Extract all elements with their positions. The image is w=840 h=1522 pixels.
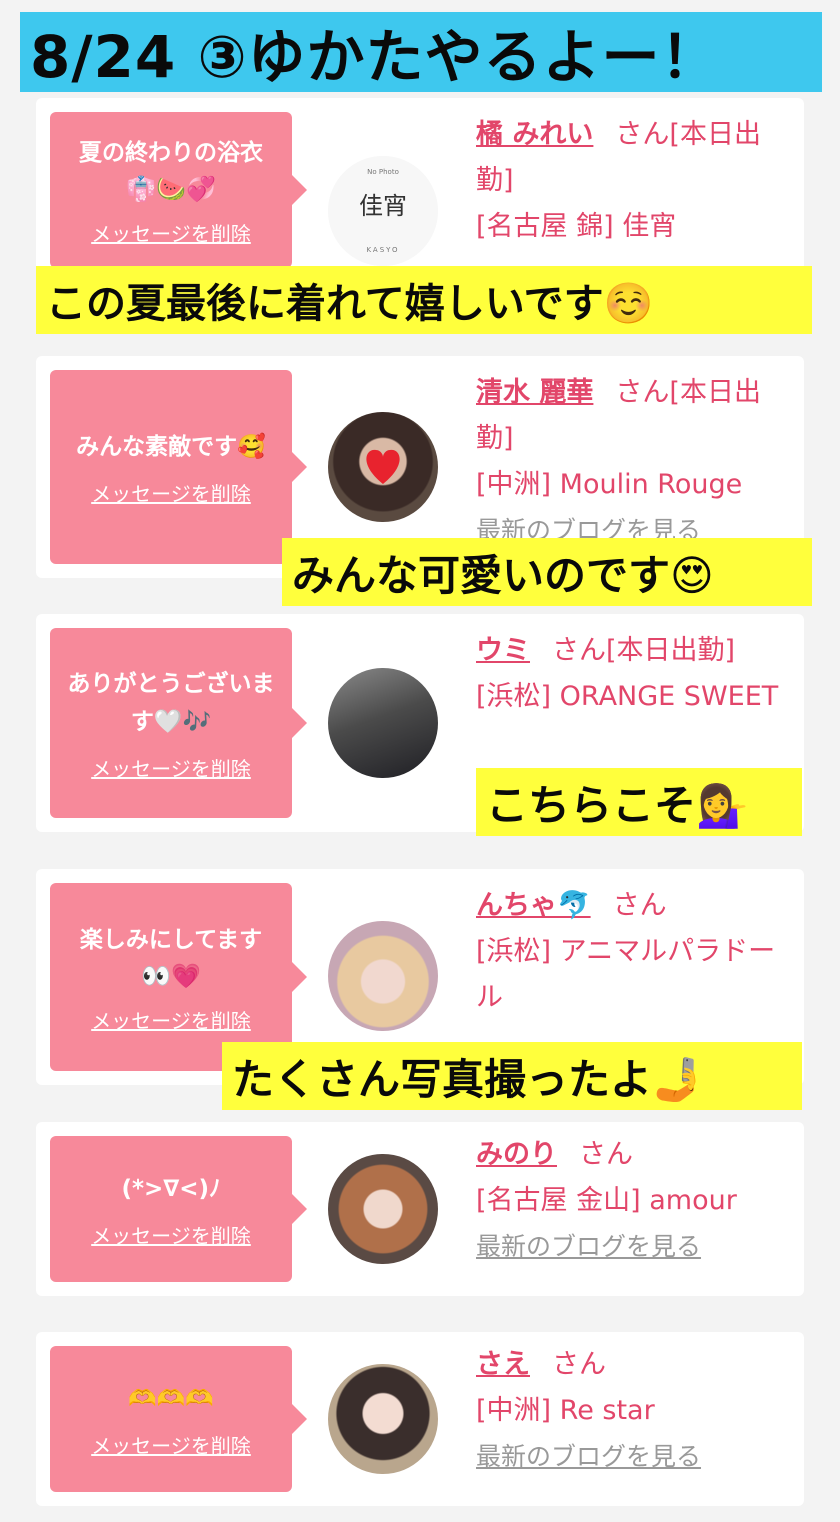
- no-photo-logo: No Photo 佳宵 KASYO: [328, 156, 438, 266]
- message-bubble: (*>∇<)ﾉ メッセージを削除: [50, 1136, 307, 1282]
- header-banner: 8/24 ③ゆかたやるよー！: [20, 12, 822, 92]
- shop-name: [中洲] Re star: [476, 1395, 655, 1426]
- message-card: 🫶🫶🫶 メッセージを削除 さえ さん [中洲] Re star 最新のブログを見る: [36, 1332, 804, 1506]
- profile-name-link[interactable]: 橘 みれい: [476, 119, 593, 150]
- profile-suffix: さん[本日出勤]: [552, 635, 736, 666]
- shop-name: [浜松] アニマルパラドール: [476, 936, 776, 1013]
- avatar[interactable]: No Photo 佳宵 KASYO: [328, 156, 438, 266]
- delete-message-link[interactable]: メッセージを削除: [91, 1220, 251, 1249]
- delete-message-link[interactable]: メッセージを削除: [91, 1430, 251, 1459]
- message-text: 楽しみにしてます: [79, 926, 263, 953]
- message-emoji: 👘🍉💞: [126, 174, 216, 203]
- caption-overlay: たくさん写真撮ったよ🤳: [222, 1042, 802, 1110]
- avatar[interactable]: [328, 1364, 438, 1474]
- profile-suffix: さん: [552, 1349, 606, 1380]
- profile-info: さえ さん [中洲] Re star 最新のブログを見る: [476, 1342, 796, 1480]
- blog-link[interactable]: 最新のブログを見る: [476, 1232, 701, 1261]
- avatar-logo-text: 佳宵: [359, 192, 407, 220]
- profile-suffix: さん: [579, 1139, 633, 1170]
- delete-message-link[interactable]: メッセージを削除: [91, 218, 251, 247]
- message-bubble: みんな素敵です🥰 メッセージを削除: [50, 370, 307, 564]
- profile-name-link[interactable]: みのり: [476, 1139, 557, 1170]
- delete-message-link[interactable]: メッセージを削除: [91, 753, 251, 782]
- message-text: ありがとうございます🤍🎶: [67, 670, 275, 735]
- profile-name-link[interactable]: 清水 麗華: [476, 377, 593, 408]
- heart-sticker-icon: [366, 449, 400, 484]
- message-text: 夏の終わりの浴衣: [79, 139, 263, 166]
- caption-overlay: みんな可愛いのです😍: [282, 538, 812, 606]
- profile-info: 清水 麗華 さん[本日出勤] [中洲] Moulin Rouge 最新のブログを見…: [476, 370, 796, 554]
- message-text: (*>∇<)ﾉ: [121, 1175, 221, 1202]
- profile-info: ウミ さん[本日出勤] [浜松] ORANGE SWEET: [476, 628, 796, 720]
- avatar[interactable]: [328, 921, 438, 1031]
- caption-overlay: こちらこそ💁‍♀️: [476, 768, 802, 836]
- avatar-top-text: No Photo: [367, 168, 399, 176]
- shop-name: [名古屋 錦] 佳宵: [476, 211, 677, 242]
- shop-name: [名古屋 金山] amour: [476, 1185, 737, 1216]
- profile-name-link[interactable]: ウミ: [476, 635, 530, 666]
- avatar[interactable]: [328, 668, 438, 778]
- message-bubble: 🫶🫶🫶 メッセージを削除: [50, 1346, 307, 1492]
- shop-name: [浜松] ORANGE SWEET: [476, 681, 779, 712]
- caption-overlay: この夏最後に着れて嬉しいです☺️: [36, 266, 812, 334]
- profile-name-link[interactable]: んちゃ🐬: [476, 890, 591, 921]
- delete-message-link[interactable]: メッセージを削除: [91, 1005, 251, 1034]
- avatar[interactable]: [328, 1154, 438, 1264]
- blog-link[interactable]: 最新のブログを見る: [476, 1442, 701, 1471]
- message-bubble: ありがとうございます🤍🎶 メッセージを削除: [50, 628, 307, 818]
- avatar[interactable]: [328, 412, 438, 522]
- profile-suffix: さん: [612, 890, 667, 921]
- message-emoji: 👀💗: [141, 961, 201, 990]
- page-title: 8/24 ③ゆかたやるよー！: [30, 23, 720, 91]
- message-text: みんな素敵です🥰: [76, 433, 266, 460]
- profile-info: みのり さん [名古屋 金山] amour 最新のブログを見る: [476, 1132, 796, 1270]
- profile-info: 橘 みれい さん[本日出勤] [名古屋 錦] 佳宵: [476, 112, 796, 250]
- shop-name: [中洲] Moulin Rouge: [476, 469, 743, 500]
- message-text: 🫶🫶🫶: [128, 1385, 214, 1412]
- avatar-bottom-text: KASYO: [366, 246, 399, 254]
- message-bubble: 夏の終わりの浴衣 👘🍉💞 メッセージを削除: [50, 112, 307, 268]
- profile-name-link[interactable]: さえ: [476, 1349, 530, 1380]
- profile-info: んちゃ🐬 さん [浜松] アニマルパラドール: [476, 883, 796, 1021]
- delete-message-link[interactable]: メッセージを削除: [91, 478, 251, 507]
- message-card: (*>∇<)ﾉ メッセージを削除 みのり さん [名古屋 金山] amour 最新…: [36, 1122, 804, 1296]
